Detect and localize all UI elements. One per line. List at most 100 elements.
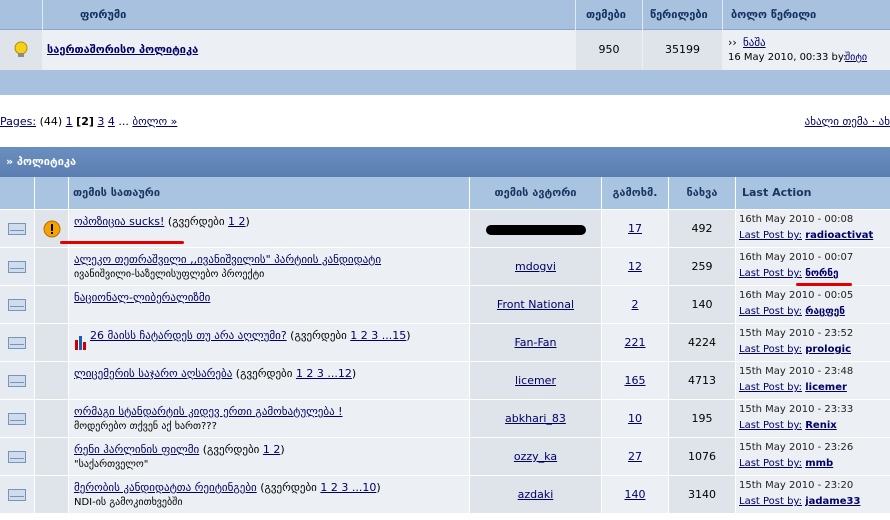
topic-pages-close: ) <box>351 367 357 380</box>
topic-last-action-cell: 15th May 2010 - 23:48 Last Post by: lice… <box>736 362 890 399</box>
forum-name-link[interactable]: საერთაშორისო პოლიტიკა <box>47 43 198 56</box>
last-post-title-link[interactable]: ნაშა <box>743 36 766 49</box>
topic-replies-link[interactable]: 2 <box>632 298 639 311</box>
topic-last-action-cell: 16th May 2010 - 00:08 Last Post by: radi… <box>736 210 890 247</box>
topic-replies-cell: 221 <box>602 324 668 361</box>
envelope-icon <box>8 375 26 387</box>
topic-author-link[interactable]: Fan-Fan <box>514 336 556 349</box>
envelope-icon <box>8 413 26 425</box>
last-post-by-label[interactable]: Last Post by: <box>739 496 802 507</box>
topic-views-count: 1076 <box>669 438 735 475</box>
envelope-icon <box>8 261 26 273</box>
topic-icon-cell <box>35 400 68 437</box>
last-post-by-label[interactable]: Last Post by: <box>739 230 802 241</box>
topic-pages-links[interactable]: 1 2 3 ...15 <box>350 329 406 342</box>
pagination: Pages: (44) 1 [2] 3 4 ... ბოლო » <box>0 115 177 128</box>
last-post-user-link[interactable]: Renix <box>805 420 836 431</box>
topic-author-link[interactable]: licemer <box>515 374 556 387</box>
topic-views-count: 140 <box>669 286 735 323</box>
topic-pages-links[interactable]: 1 2 <box>263 443 281 456</box>
posts-col-header: წერილები <box>650 8 708 21</box>
last-post-user-link[interactable]: შიტი <box>845 52 867 63</box>
last-post-by-label[interactable]: Last Post by: <box>739 420 802 431</box>
topic-author-link[interactable]: Front National <box>497 298 574 311</box>
forum-row: საერთაშორისო პოლიტიკა 950 35199 ›› ნაშა … <box>0 30 890 70</box>
topic-replies-link[interactable]: 17 <box>628 222 642 235</box>
author-col-header: თემის ავტორი <box>494 186 577 199</box>
topic-row: ნაციონალ-ლიბერალიზმი Front National 2 14… <box>0 286 890 324</box>
new-topic-link[interactable]: ახალი თემა · ახ <box>805 115 890 128</box>
topic-pages-links[interactable]: 1 2 3 ...12 <box>296 367 352 380</box>
column-divider <box>68 177 69 520</box>
topic-pages-links[interactable]: 1 2 <box>228 215 246 228</box>
topic-replies-link[interactable]: 12 <box>628 260 642 273</box>
topic-pages-links[interactable]: 1 2 3 ...10 <box>320 481 376 494</box>
topic-replies-link[interactable]: 27 <box>628 450 642 463</box>
topic-author-link[interactable]: abkhari_83 <box>505 412 566 425</box>
topic-replies-link[interactable]: 221 <box>625 336 646 349</box>
last-action-date: 16th May 2010 - 00:07 <box>739 252 854 263</box>
topic-last-action-cell: 15th May 2010 - 23:52 Last Post by: prol… <box>736 324 890 361</box>
lightbulb-icon <box>14 41 28 57</box>
topic-replies-cell: 2 <box>602 286 668 323</box>
last-post-user-link[interactable]: რაცფენ <box>805 306 845 317</box>
column-divider <box>469 177 470 520</box>
topics-col-header: თემები <box>586 8 626 21</box>
topic-views-count: 4713 <box>669 362 735 399</box>
last-post-user-link[interactable]: licemer <box>805 382 847 393</box>
topic-pages-close: ) <box>376 481 381 494</box>
header-divider <box>722 0 723 30</box>
topic-replies-link[interactable]: 10 <box>628 412 642 425</box>
topic-title-cell: მერობის კანდიდატთა რეიტინგები (გვერდები … <box>69 476 469 513</box>
topic-icon-cell <box>35 248 68 285</box>
topic-subtitle: "საქართველო" <box>74 459 149 470</box>
topic-author-link[interactable]: azdaki <box>518 488 554 501</box>
topic-title-link[interactable]: ოპოზიცია sucks! <box>74 215 164 228</box>
last-post-by-label[interactable]: Last Post by: <box>739 458 802 469</box>
topic-title-link[interactable]: ალეკო თეთრაშვილი ,,ივანიშვილის" პარტიის … <box>74 253 381 266</box>
topic-replies-cell: 27 <box>602 438 668 475</box>
topic-views-count: 259 <box>669 248 735 285</box>
topic-replies-cell: 165 <box>602 362 668 399</box>
topic-status-cell <box>0 248 34 285</box>
category-title: » პოლიტიკა <box>6 155 77 168</box>
last-page-link[interactable]: ბოლო » <box>132 115 177 128</box>
topic-title-link[interactable]: მერობის კანდიდატთა რეიტინგები <box>74 481 257 494</box>
topic-replies-link[interactable]: 140 <box>625 488 646 501</box>
last-post-by-label[interactable]: Last Post by: <box>739 268 802 279</box>
topic-replies-cell: 17 <box>602 210 668 247</box>
last-post-user-link[interactable]: ნორნე <box>805 268 838 279</box>
last-post-user-link[interactable]: radioactivat <box>805 230 873 241</box>
page-link-4[interactable]: 4 <box>108 115 115 128</box>
topic-subtitle: მოდერებო თქვენ აქ ხართ??? <box>74 421 217 432</box>
last-post-by-label[interactable]: Last Post by: <box>739 306 802 317</box>
topic-author-link[interactable]: ozzy_ka <box>514 450 557 463</box>
last-action-date: 16th May 2010 - 00:08 <box>739 214 854 225</box>
envelope-icon <box>8 223 26 235</box>
topic-last-action-cell: 16th May 2010 - 00:07 Last Post by: ნორნ… <box>736 248 890 285</box>
topic-title-link[interactable]: ლიცემერის საჯარო აღსარება <box>74 367 232 380</box>
topic-author-link[interactable]: mdogvi <box>515 260 556 273</box>
pages-label[interactable]: Pages: <box>0 115 36 128</box>
topic-replies-cell: 12 <box>602 248 668 285</box>
topic-title-link[interactable]: ნაციონალ-ლიბერალიზმი <box>74 291 210 304</box>
topic-views-count: 4224 <box>669 324 735 361</box>
replies-col-header: გამოხმ. <box>612 186 658 199</box>
topic-row: ლიცემერის საჯარო აღსარება (გვერდები 1 2 … <box>0 362 890 400</box>
page-link-3[interactable]: 3 <box>97 115 104 128</box>
topic-pages-close: ) <box>245 215 250 228</box>
last-post-user-link[interactable]: mmb <box>805 458 833 469</box>
page-link-1[interactable]: 1 <box>66 115 73 128</box>
topic-title-link[interactable]: 26 მაისს ჩატარდეს თუ არა აღლუმი? <box>90 329 287 342</box>
last-post-user-link[interactable]: prologic <box>805 344 851 355</box>
topic-title-link[interactable]: რენი ჰარლინის ფილმი <box>74 443 199 456</box>
last-post-by-label[interactable]: Last Post by: <box>739 382 802 393</box>
last-post-by-label[interactable]: Last Post by: <box>739 344 802 355</box>
topic-status-cell <box>0 362 34 399</box>
topic-replies-cell: 10 <box>602 400 668 437</box>
topic-author-cell: Fan-Fan <box>470 324 601 361</box>
last-post-user-link[interactable]: jadame33 <box>805 496 860 507</box>
title-col-header: თემის სათაური <box>73 186 161 199</box>
topic-replies-link[interactable]: 165 <box>625 374 646 387</box>
topic-title-link[interactable]: ორმაგი სტანდარტის კიდევ ერთი გამოხატულებ… <box>74 405 343 418</box>
